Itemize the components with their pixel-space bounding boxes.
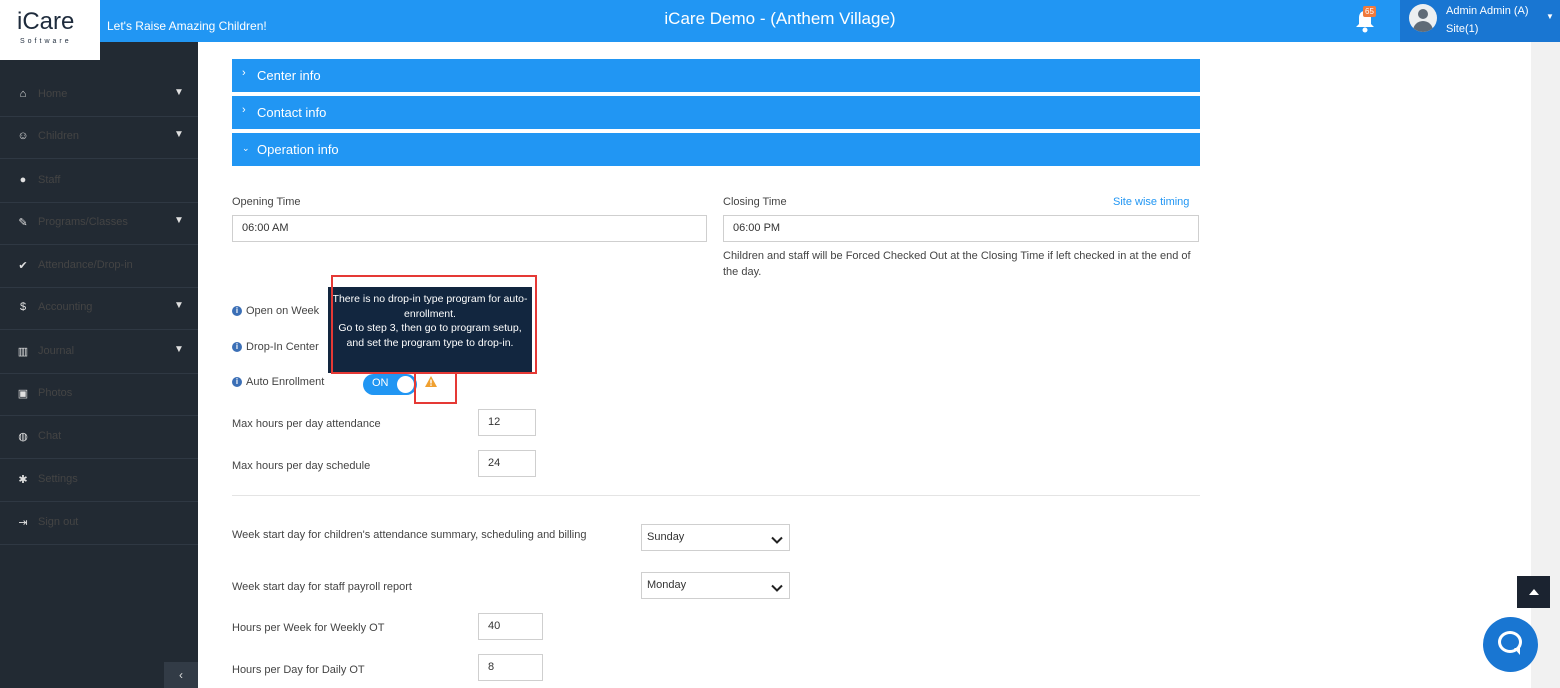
chevron-down-icon: [771, 531, 783, 556]
week-start-children-label: Week start day for children's attendance…: [232, 529, 587, 541]
auto-enrollment-label: i Auto Enrollment: [232, 376, 324, 388]
sidebar-item-settings[interactable]: ✱ Settings: [0, 459, 198, 502]
weekly-ot-input[interactable]: 40: [478, 613, 543, 640]
site-wise-timing-link[interactable]: Site wise timing: [1113, 196, 1189, 208]
chevron-down-icon: [771, 579, 783, 604]
tooltip-highlight-box: [331, 275, 537, 374]
user-icon: ●: [19, 174, 27, 186]
caret-down-icon: ▼: [174, 300, 184, 311]
dollar-icon: $: [19, 301, 27, 313]
max-hours-attendance-label: Max hours per day attendance: [232, 418, 381, 430]
caret-down-icon: ▼: [174, 129, 184, 140]
sidebar-item-sign-out[interactable]: ⇥ Sign out: [0, 502, 198, 545]
sidebar-item-home[interactable]: ⌂ Home ▼: [0, 74, 198, 117]
open-on-weekends-label: i Open on Week: [232, 305, 319, 317]
sidebar-item-label: Staff: [38, 174, 61, 186]
smile-icon: ☺: [17, 130, 29, 142]
sidebar-item-label: Children: [38, 130, 79, 142]
max-hours-schedule-input[interactable]: 24: [478, 450, 536, 477]
closing-time-input[interactable]: 06:00 PM: [723, 215, 1199, 242]
opening-time-input[interactable]: 06:00 AM: [232, 215, 707, 242]
caret-down-icon: ▼: [174, 87, 184, 98]
chat-widget-button[interactable]: [1483, 617, 1538, 672]
app-title: iCare Demo - (Anthem Village): [664, 9, 896, 28]
closing-time-label: Closing Time: [723, 196, 787, 208]
chat-icon: ◍: [18, 431, 28, 443]
sidebar-item-programs[interactable]: ✎ Programs/Classes ▼: [0, 202, 198, 245]
avatar: [1409, 4, 1437, 32]
week-start-staff-label: Week start day for staff payroll report: [232, 581, 412, 593]
caret-down-icon: ▼: [174, 344, 184, 355]
sidebar-item-children[interactable]: ☺ Children ▼: [0, 116, 198, 159]
sidebar-item-accounting[interactable]: $ Accounting ▼: [0, 287, 198, 330]
sidebar-item-staff[interactable]: ● Staff: [0, 160, 198, 203]
sidebar-item-journal[interactable]: ▥ Journal ▼: [0, 331, 198, 374]
week-start-children-select[interactable]: Sunday: [641, 524, 790, 551]
logo-subtext: Software: [20, 38, 72, 45]
info-icon[interactable]: i: [232, 377, 242, 387]
chevron-right-icon: ›: [242, 67, 246, 79]
caret-down-icon: ▼: [1546, 12, 1554, 21]
sidebar-item-label: Settings: [38, 473, 78, 485]
section-center-info[interactable]: › Center info: [232, 59, 1200, 92]
weekly-ot-label: Hours per Week for Weekly OT: [232, 622, 385, 634]
sidebar: ⌂ Home ▼ ☺ Children ▼ ● Staff ✎ Programs…: [0, 60, 198, 688]
daily-ot-input[interactable]: 8: [478, 654, 543, 681]
gear-icon: ✱: [18, 474, 28, 486]
sidebar-item-photos[interactable]: ▣ Photos: [0, 373, 198, 416]
bar-chart-icon: ▥: [17, 346, 29, 358]
sidebar-item-label: Chat: [38, 430, 62, 442]
chevron-down-icon: ⌄: [242, 143, 250, 153]
sidebar-item-label: Photos: [38, 387, 73, 399]
week-start-staff-select[interactable]: Monday: [641, 572, 790, 599]
notification-count-badge: 65: [1363, 6, 1376, 17]
sidebar-item-label: Accounting: [38, 301, 93, 313]
sidebar-top-strip: [100, 42, 198, 60]
sidebar-item-label: Attendance/Drop-in: [38, 259, 133, 271]
pencil-icon: ✎: [18, 217, 28, 229]
sidebar-item-chat[interactable]: ◍ Chat: [0, 416, 198, 459]
sidebar-item-label: Journal: [38, 345, 75, 357]
user-menu[interactable]: Admin Admin (A) Site(1) ▼: [1400, 0, 1560, 42]
section-divider: [232, 495, 1200, 496]
scroll-to-top-button[interactable]: [1517, 576, 1550, 608]
opening-time-label: Opening Time: [232, 196, 301, 208]
section-operation-info[interactable]: ⌄ Operation info: [232, 133, 1200, 166]
sidebar-item-attendance[interactable]: ✔ Attendance/Drop-in: [0, 245, 198, 288]
sidebar-collapse-button[interactable]: ‹: [164, 662, 198, 688]
sign-out-icon: ⇥: [18, 517, 28, 529]
sidebar-item-label: Home: [38, 88, 68, 100]
sidebar-item-label: Sign out: [38, 516, 79, 528]
logo-text: iCare: [17, 8, 75, 35]
photo-icon: ▣: [17, 388, 29, 400]
section-contact-info[interactable]: › Contact info: [232, 96, 1200, 129]
drop-in-center-label: i Drop-In Center: [232, 341, 319, 353]
auto-enrollment-toggle[interactable]: ON: [363, 374, 417, 395]
max-hours-attendance-input[interactable]: 12: [478, 409, 536, 436]
toggle-state-label: ON: [372, 377, 389, 389]
sidebar-item-label: Programs/Classes: [38, 216, 128, 228]
chevron-right-icon: ›: [242, 104, 246, 116]
caret-down-icon: ▼: [174, 215, 184, 226]
info-icon[interactable]: i: [232, 306, 242, 316]
max-hours-schedule-label: Max hours per day schedule: [232, 460, 371, 472]
closing-time-note: Children and staff will be Forced Checke…: [723, 250, 1191, 278]
check-circle-icon: ✔: [18, 260, 28, 272]
user-name: Admin Admin (A): [1446, 5, 1529, 17]
daily-ot-label: Hours per Day for Daily OT: [232, 664, 365, 676]
logo[interactable]: iCare Software: [0, 0, 100, 60]
info-icon[interactable]: i: [232, 342, 242, 352]
toggle-knob: [397, 376, 414, 393]
home-icon: ⌂: [19, 88, 27, 100]
user-site: Site(1): [1446, 23, 1479, 35]
